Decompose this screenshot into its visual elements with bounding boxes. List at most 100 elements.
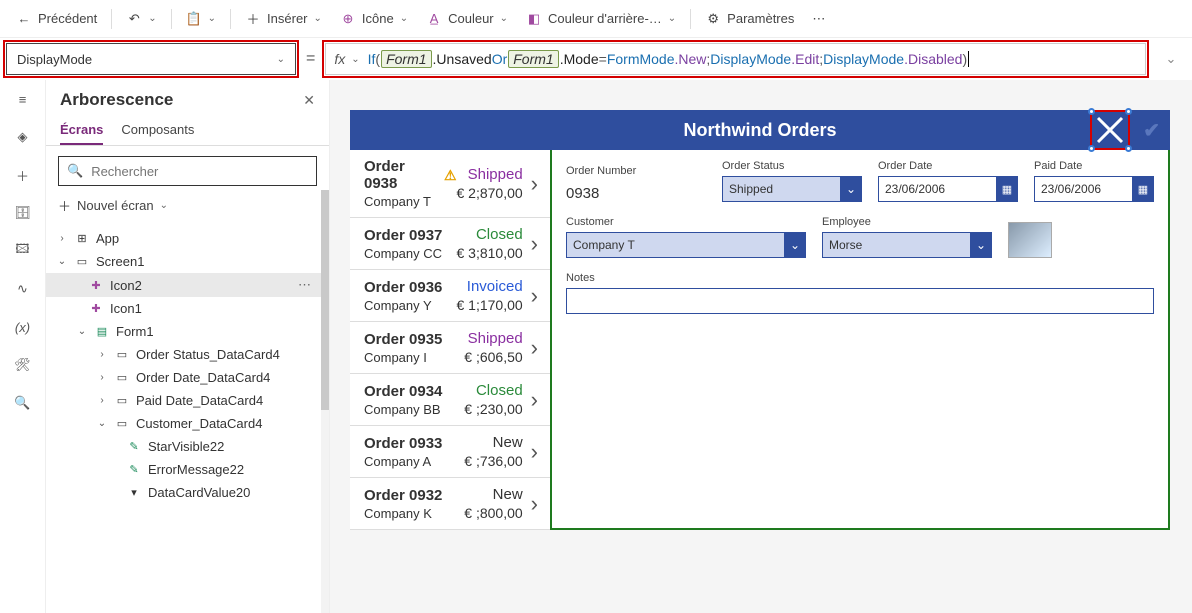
chevron-right-icon[interactable]: › xyxy=(96,349,108,360)
media-icon[interactable]: 🖾 xyxy=(12,240,34,262)
order-item[interactable]: Order 0936Company YInvoiced€ 1;170,00› xyxy=(350,270,550,322)
order-num: Order 0934 xyxy=(364,383,442,400)
tree-item-datacard[interactable]: › ▭ Order Date_DataCard4 xyxy=(46,366,329,389)
data-icon[interactable]: 🗄 xyxy=(12,202,34,224)
paid-date-picker[interactable]: 23/06/2006▦ xyxy=(1034,176,1154,202)
chevron-down-icon[interactable]: ⌄ xyxy=(56,256,68,267)
tools-icon[interactable]: 🛠 xyxy=(12,354,34,376)
tab-screens[interactable]: Écrans xyxy=(60,114,103,145)
hamburger-icon[interactable]: ≡ xyxy=(12,88,34,110)
tok-dm2: DisplayMode xyxy=(823,51,904,67)
tok-form1: Form1 xyxy=(381,50,431,68)
chevron-down-icon[interactable]: ⌄ xyxy=(500,13,508,24)
variable-icon[interactable]: (x) xyxy=(12,316,34,338)
chevron-down-icon[interactable]: ⌄ xyxy=(668,13,676,24)
chevron-down-icon[interactable]: ⌄ xyxy=(96,418,108,429)
selected-close-icon[interactable] xyxy=(1092,112,1128,148)
insert-label: Insérer xyxy=(267,11,307,26)
tree-item-dcvalue[interactable]: ▾ DataCardValue20 xyxy=(46,481,329,504)
tok-unsaved: .Unsaved xyxy=(433,51,492,67)
formula-input[interactable]: fx ⌄ If( Form1.Unsaved Or Form1.Mode = F… xyxy=(325,43,1146,75)
employee-dropdown[interactable]: Morse⌄ xyxy=(822,232,992,258)
order-item[interactable]: Order 0934Company BBClosed€ ;230,00› xyxy=(350,374,550,426)
resize-handle[interactable] xyxy=(1088,145,1095,152)
text-cursor xyxy=(968,51,969,67)
layers-icon[interactable]: ◈ xyxy=(12,126,34,148)
flow-icon[interactable]: ∿ xyxy=(12,278,34,300)
order-form: Order Number0938 Order StatusShipped⌄ Or… xyxy=(550,150,1170,530)
search-icon[interactable]: 🔍 xyxy=(12,392,34,414)
chevron-down-icon[interactable]: ⌄ xyxy=(400,13,408,24)
bgcolor-button[interactable]: ◧Couleur d'arrière-…⌄ xyxy=(518,7,684,31)
app-title: Northwind Orders xyxy=(683,120,836,141)
chevron-right-icon[interactable]: › xyxy=(96,395,108,406)
tree-item-datacard[interactable]: › ▭ Paid Date_DataCard4 xyxy=(46,389,329,412)
color-button[interactable]: A̲Couleur⌄ xyxy=(418,7,516,31)
tree-label: Screen1 xyxy=(96,254,144,269)
plus-icon: ＋ xyxy=(245,11,261,27)
order-status-dropdown[interactable]: Shipped⌄ xyxy=(722,176,862,202)
tree-item-icon1[interactable]: ✚ Icon1 xyxy=(46,297,329,320)
icon-button[interactable]: ⊕Icône⌄ xyxy=(332,7,416,31)
tree-label: Paid Date_DataCard4 xyxy=(136,393,263,408)
chevron-right-icon: › xyxy=(531,491,538,517)
chevron-down-icon[interactable]: ⌄ xyxy=(314,13,322,24)
undo-button[interactable]: ↶⌄ xyxy=(118,7,164,31)
tok-dm1: DisplayMode xyxy=(710,51,791,67)
order-date-picker[interactable]: 23/06/2006▦ xyxy=(878,176,1018,202)
chevron-down-icon[interactable]: ⌄ xyxy=(76,326,88,337)
chevron-down-icon[interactable]: ⌄ xyxy=(148,13,156,24)
field-label: Order Date xyxy=(878,160,1018,172)
tree-item-starvisible[interactable]: ✎ StarVisible22 xyxy=(46,435,329,458)
chevron-down-icon[interactable]: ⌄ xyxy=(351,54,359,65)
text-color-icon: A̲ xyxy=(426,11,442,27)
order-item[interactable]: Order 0937Company CCClosed€ 3;810,00› xyxy=(350,218,550,270)
order-item[interactable]: Order 0938⚠Company TShipped€ 2;870,00› xyxy=(350,150,550,218)
tree-item-screen1[interactable]: ⌄ ▭ Screen1 xyxy=(46,250,329,273)
ellipsis-icon[interactable]: ⋯ xyxy=(298,277,321,293)
plus-icon[interactable]: ＋ xyxy=(12,164,34,186)
order-item[interactable]: Order 0935Company IShipped€ ;606,50› xyxy=(350,322,550,374)
tree-item-form1[interactable]: ⌄ ▤ Form1 xyxy=(46,320,329,343)
property-name: DisplayMode xyxy=(17,52,92,67)
back-button[interactable]: ← Précédent xyxy=(8,7,105,31)
tab-components[interactable]: Composants xyxy=(121,114,194,145)
overflow-button[interactable]: ⋯ xyxy=(804,7,833,31)
tree-item-errormsg[interactable]: ✎ ErrorMessage22 xyxy=(46,458,329,481)
paste-button[interactable]: 📋⌄ xyxy=(178,7,224,31)
tree-item-datacard[interactable]: ⌄ ▭ Customer_DataCard4 xyxy=(46,412,329,435)
chevron-down-icon[interactable]: ⌄ xyxy=(208,13,216,24)
tree-search[interactable]: 🔍 xyxy=(58,156,317,186)
order-item[interactable]: Order 0933Company ANew€ ;736,00› xyxy=(350,426,550,478)
order-company: Company Y xyxy=(364,298,457,313)
chevron-right-icon[interactable]: › xyxy=(56,233,68,244)
new-screen-button[interactable]: ＋ Nouvel écran ⌄ xyxy=(46,192,329,223)
tree-item-app[interactable]: › ⊞ App xyxy=(46,227,329,250)
resize-handle[interactable] xyxy=(1125,108,1132,115)
customer-dropdown[interactable]: Company T⌄ xyxy=(566,232,806,258)
field-label: Order Status xyxy=(722,160,862,172)
resize-handle[interactable] xyxy=(1125,145,1132,152)
clipboard-icon: 📋 xyxy=(186,11,202,27)
bgcolor-label: Couleur d'arrière-… xyxy=(548,11,662,26)
notes-input[interactable] xyxy=(566,288,1154,314)
main-area: ≡ ◈ ＋ 🗄 🖾 ∿ (x) 🛠 🔍 Arborescence ✕ Écran… xyxy=(0,80,1192,613)
chevron-right-icon: › xyxy=(531,283,538,309)
insert-button[interactable]: ＋ Insérer ⌄ xyxy=(237,7,330,31)
property-selector[interactable]: DisplayMode ⌄ xyxy=(6,43,296,75)
order-num: Order 0936 xyxy=(364,279,442,296)
icon-label: Icône xyxy=(362,11,394,26)
left-rail: ≡ ◈ ＋ 🗄 🖾 ∿ (x) 🛠 🔍 xyxy=(0,80,46,613)
tree-item-icon2[interactable]: ✚ Icon2 ⋯ xyxy=(46,273,329,297)
formula-expand-button[interactable]: ⌄ xyxy=(1156,51,1186,67)
resize-handle[interactable] xyxy=(1088,108,1095,115)
tree-item-datacard[interactable]: › ▭ Order Status_DataCard4 xyxy=(46,343,329,366)
close-panel-icon[interactable]: ✕ xyxy=(303,92,315,109)
tree-scrollbar-thumb[interactable] xyxy=(321,190,329,410)
chevron-right-icon[interactable]: › xyxy=(96,372,108,383)
check-icon[interactable]: ✔ xyxy=(1143,118,1160,143)
tree-search-input[interactable] xyxy=(91,164,308,179)
order-status: New xyxy=(464,434,522,451)
settings-button[interactable]: ⚙Paramètres xyxy=(697,7,802,31)
order-item[interactable]: Order 0932Company KNew€ ;800,00› xyxy=(350,478,550,530)
